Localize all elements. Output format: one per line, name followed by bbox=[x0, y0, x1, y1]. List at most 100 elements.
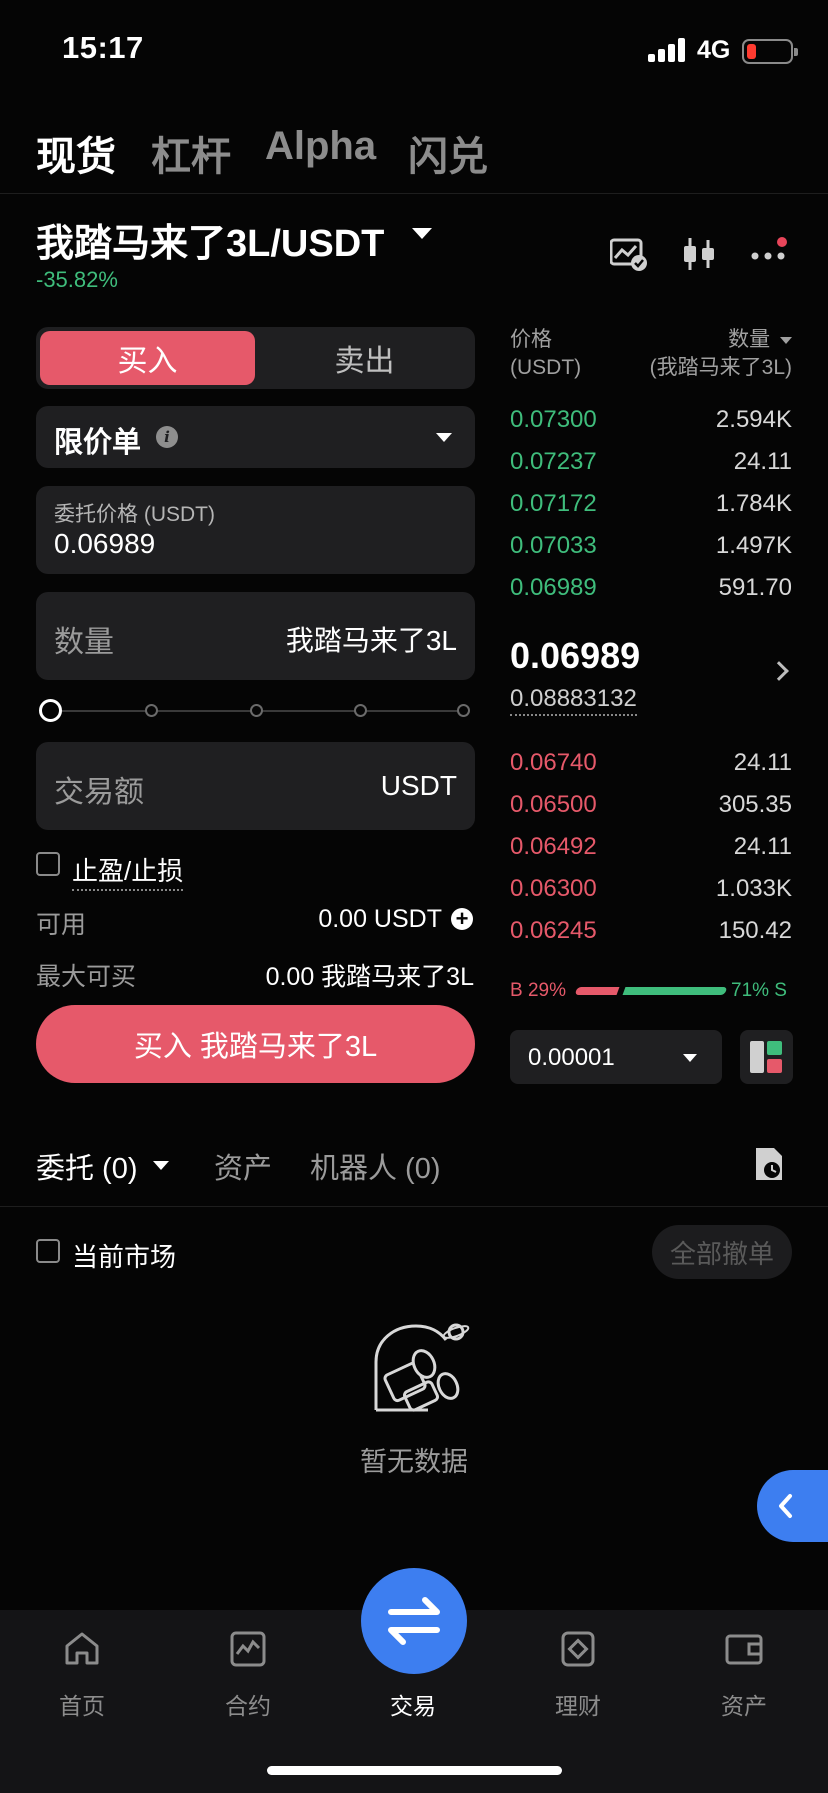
price-header-label: 价格 bbox=[510, 328, 552, 351]
tpsl-checkbox[interactable] bbox=[36, 852, 60, 876]
ask-price: 0.07300 bbox=[510, 406, 597, 433]
bid-row[interactable]: 0.06245 150.42 bbox=[510, 917, 792, 959]
battery-icon bbox=[742, 39, 798, 64]
cancel-all-button[interactable]: 全部撤单 bbox=[652, 1225, 792, 1279]
chevron-down-icon bbox=[436, 433, 452, 442]
precision-value: 0.00001 bbox=[528, 1044, 615, 1071]
slider-handle[interactable] bbox=[39, 699, 62, 722]
mark-price[interactable]: 0.08883132 bbox=[510, 685, 637, 716]
orderbook-price-header: 价格 (USDT) bbox=[510, 326, 581, 382]
price-header-unit: (USDT) bbox=[510, 356, 582, 379]
buy-tab[interactable]: 买入 bbox=[40, 331, 255, 385]
bid-row[interactable]: 0.06500 305.35 bbox=[510, 791, 792, 833]
pair-title[interactable]: 我踏马来了3L/USDT bbox=[36, 212, 384, 267]
tab-assets[interactable]: 资产 bbox=[214, 1145, 272, 1187]
finance-icon bbox=[561, 1631, 595, 1667]
nav-assets-label: 资产 bbox=[721, 1693, 767, 1719]
tab-margin[interactable]: 杠杆 bbox=[151, 124, 231, 182]
buy-ratio: B 29% bbox=[510, 980, 566, 1001]
history-icon[interactable] bbox=[752, 1146, 786, 1182]
trade-fab-button[interactable] bbox=[361, 1568, 467, 1674]
home-icon bbox=[65, 1632, 99, 1665]
sell-ratio-bar bbox=[622, 987, 728, 995]
tab-orders-label: 委托 (0) bbox=[36, 1153, 138, 1185]
bid-row[interactable]: 0.06300 1.033K bbox=[510, 875, 792, 917]
price-input[interactable]: 0.06989 bbox=[54, 528, 155, 560]
bid-price: 0.06300 bbox=[510, 875, 597, 902]
available-value: 0.00 USDT bbox=[318, 905, 442, 933]
chevron-down-icon[interactable] bbox=[153, 1161, 169, 1170]
current-market-label[interactable]: 当前市场 bbox=[72, 1237, 176, 1274]
nav-earn-label: 理财 bbox=[555, 1693, 601, 1719]
nav-home-label: 首页 bbox=[59, 1693, 105, 1719]
divider bbox=[0, 193, 828, 194]
empty-binoculars-icon bbox=[374, 1323, 470, 1412]
available-label: 可用 bbox=[36, 911, 87, 939]
chart-icon bbox=[230, 1631, 266, 1667]
bid-row[interactable]: 0.06492 24.11 bbox=[510, 833, 792, 875]
plus-icon[interactable]: + bbox=[451, 908, 473, 930]
tab-convert[interactable]: 闪兑 bbox=[408, 124, 488, 182]
max-buy-value: 0.00 我踏马来了3L bbox=[265, 963, 474, 991]
slider-step-75[interactable] bbox=[354, 704, 367, 717]
buy-ratio-bar bbox=[574, 987, 620, 995]
max-buy-label: 最大可买 bbox=[36, 963, 137, 991]
bid-price: 0.06245 bbox=[510, 917, 597, 944]
swap-icon bbox=[388, 1597, 440, 1645]
chevron-down-icon[interactable] bbox=[412, 228, 432, 239]
sell-ratio: 71% S bbox=[731, 980, 787, 1001]
amount-placeholder: 交易额 bbox=[54, 776, 144, 809]
home-indicator bbox=[267, 1766, 562, 1775]
candlestick-icon[interactable] bbox=[680, 236, 718, 272]
orderbook-qty-header[interactable]: 数量 (我踏马来了3L) bbox=[650, 326, 792, 382]
bid-price: 0.06740 bbox=[510, 749, 597, 776]
bid-price: 0.06492 bbox=[510, 833, 597, 860]
ask-row[interactable]: 0.07237 24.11 bbox=[510, 448, 792, 490]
ask-row[interactable]: 0.07172 1.784K bbox=[510, 490, 792, 532]
ask-qty: 24.11 bbox=[733, 448, 792, 475]
signal-icon bbox=[648, 38, 688, 62]
slider-step-25[interactable] bbox=[145, 704, 158, 717]
book-layout-button[interactable] bbox=[740, 1030, 793, 1084]
ask-price: 0.07172 bbox=[510, 490, 597, 517]
bid-qty: 305.35 bbox=[718, 791, 792, 818]
ask-qty: 591.70 bbox=[718, 574, 792, 601]
more-icon[interactable] bbox=[750, 236, 788, 272]
sell-tab[interactable]: 卖出 bbox=[258, 331, 471, 385]
ask-row[interactable]: 0.06989 591.70 bbox=[510, 574, 792, 616]
tab-spot[interactable]: 现货 bbox=[36, 124, 116, 182]
quantity-unit: 我踏马来了3L bbox=[285, 625, 457, 656]
qty-header-label: 数量 bbox=[728, 328, 771, 351]
tab-alpha[interactable]: Alpha bbox=[265, 124, 376, 169]
bid-row[interactable]: 0.06740 24.11 bbox=[510, 749, 792, 791]
ask-price: 0.07033 bbox=[510, 532, 597, 559]
tab-bots[interactable]: 机器人 (0) bbox=[310, 1145, 441, 1187]
bid-price: 0.06500 bbox=[510, 791, 597, 818]
ask-row[interactable]: 0.07300 2.594K bbox=[510, 406, 792, 448]
ask-qty: 1.784K bbox=[715, 490, 792, 517]
pair-change: -35.82% bbox=[36, 267, 118, 292]
caret-down-icon bbox=[780, 336, 792, 344]
tab-orders[interactable]: 委托 (0) bbox=[36, 1145, 138, 1187]
divider bbox=[0, 1206, 828, 1207]
chart-alert-icon[interactable] bbox=[610, 236, 648, 272]
slider-step-100[interactable] bbox=[457, 704, 470, 717]
last-price[interactable]: 0.06989 bbox=[510, 635, 640, 677]
price-label: 委托价格 (USDT) bbox=[54, 503, 215, 526]
chevron-right-icon[interactable] bbox=[769, 661, 789, 681]
chevron-down-icon bbox=[683, 1054, 697, 1062]
current-market-checkbox[interactable] bbox=[36, 1239, 60, 1263]
buy-button[interactable]: 买入 我踏马来了3L bbox=[36, 1005, 475, 1083]
wallet-icon bbox=[725, 1634, 763, 1665]
quantity-placeholder: 数量 bbox=[54, 626, 114, 659]
ask-price: 0.07237 bbox=[510, 448, 597, 475]
ask-row[interactable]: 0.07033 1.497K bbox=[510, 532, 792, 574]
bid-qty: 24.11 bbox=[733, 833, 792, 860]
slider-step-50[interactable] bbox=[250, 704, 263, 717]
tpsl-label[interactable]: 止盈/止损 bbox=[72, 851, 184, 891]
network-label: 4G bbox=[697, 36, 731, 64]
nav-futures-label: 合约 bbox=[225, 1693, 271, 1719]
ask-price: 0.06989 bbox=[510, 574, 597, 601]
info-icon[interactable]: i bbox=[156, 426, 178, 448]
side-panel-toggle[interactable] bbox=[757, 1470, 828, 1542]
